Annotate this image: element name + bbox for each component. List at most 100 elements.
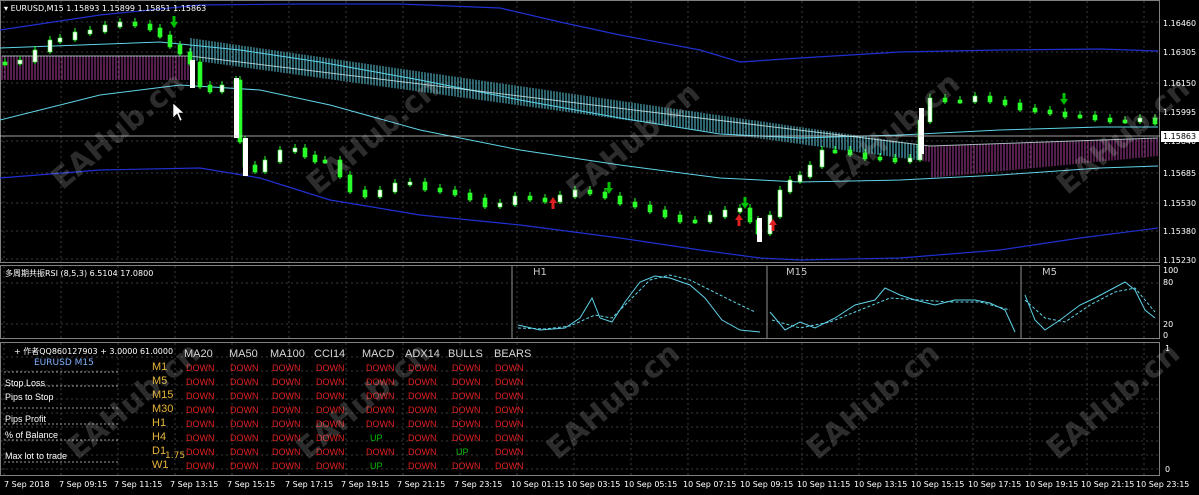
- signal-cell: DOWN: [366, 447, 395, 457]
- time-tick: 10 Sep 07:15: [683, 480, 737, 489]
- candle-body: [797, 174, 803, 183]
- candle-body: [102, 24, 108, 33]
- signal-cell: DOWN: [366, 419, 395, 429]
- main-panel-frame: [0, 0, 1160, 263]
- sell-arrow-icon: [741, 197, 749, 209]
- signal-cell: DOWN: [408, 447, 437, 457]
- signal-cell: DOWN: [408, 405, 437, 415]
- candle-body: [262, 159, 268, 173]
- candle-body: [662, 209, 668, 218]
- rsi-title: 多周期共振RSI (8,5,3) 6.5104 17.0800: [5, 269, 154, 278]
- candle-body: [277, 149, 283, 163]
- buy-arrow-icon: [735, 214, 743, 226]
- signal-cell: DOWN: [452, 405, 481, 415]
- price-tick: 1.15380: [1163, 227, 1197, 236]
- candle-body: [72, 31, 78, 41]
- candle-body: [243, 138, 248, 176]
- candle-body: [292, 147, 298, 153]
- candle-body: [1002, 99, 1008, 106]
- rsi-h1-line: [517, 275, 761, 333]
- signal-cell: DOWN: [186, 405, 215, 415]
- time-tick: 10 Sep 05:15: [624, 480, 678, 489]
- time-tick: 7 Sep 23:15: [454, 480, 503, 489]
- stop-loss-label: Stop Loss: [5, 378, 46, 388]
- signal-cell: DOWN: [230, 433, 259, 443]
- candle-body: [892, 157, 898, 163]
- candle-body: [1032, 107, 1038, 113]
- time-tick: 10 Sep 17:15: [968, 480, 1022, 489]
- candle-body: [1107, 117, 1113, 123]
- candle-body: [832, 149, 838, 154]
- time-tick: 7 Sep 09:15: [59, 480, 108, 489]
- signal-cell: DOWN: [452, 377, 481, 387]
- signal-cell: DOWN: [495, 363, 524, 373]
- candle-body: [452, 189, 458, 196]
- signal-cell: DOWN: [186, 391, 215, 401]
- candle-body: [1077, 114, 1083, 119]
- candle-body: [167, 34, 173, 48]
- rsi-m5-signal: [1024, 287, 1156, 323]
- signal-cell: DOWN: [452, 363, 481, 373]
- pips-profit-label: Pips Profit: [5, 414, 47, 424]
- time-tick: 7 Sep 17:15: [285, 480, 334, 489]
- rsi-level-20: 20: [1163, 320, 1174, 329]
- candle-body: [602, 191, 608, 199]
- signal-cell: DOWN: [452, 433, 481, 443]
- candle-body: [617, 195, 623, 205]
- signal-cell: DOWN: [316, 377, 345, 387]
- symbol-timeframe: EURUSD,M15: [10, 4, 64, 13]
- candle-body: [807, 164, 813, 178]
- signal-cell: DOWN: [495, 391, 524, 401]
- signal-cell: DOWN: [272, 461, 301, 471]
- candle-body: [177, 44, 183, 55]
- candle-body: [777, 189, 783, 218]
- time-tick: 10 Sep 03:15: [567, 480, 621, 489]
- candle-body: [437, 187, 443, 193]
- signal-cell: DOWN: [186, 461, 215, 471]
- candle-body: [677, 214, 683, 223]
- signal-cell: DOWN: [316, 461, 345, 471]
- dashboard-symbol: EURUSD M15: [34, 358, 94, 368]
- candle-body: [392, 182, 398, 193]
- signal-cell: UP: [370, 433, 383, 443]
- dashboard-row-tf: H4: [152, 431, 167, 443]
- signal-cell: DOWN: [272, 391, 301, 401]
- signal-cell: DOWN: [452, 461, 481, 471]
- time-tick: 7 Sep 2018: [4, 480, 50, 489]
- sell-arrow-icon: [1060, 93, 1068, 105]
- candle-body: [1047, 109, 1053, 115]
- price-tick: 1.16460: [1163, 19, 1197, 28]
- dashboard-col-header: BEARS: [494, 348, 532, 360]
- dashboard-col-header: CCI14: [314, 348, 346, 360]
- candle-body: [819, 149, 825, 168]
- dashboard-col-header: BULLS: [448, 348, 483, 360]
- time-tick: 10 Sep 21:15: [1081, 480, 1135, 489]
- candle-body: [17, 59, 23, 65]
- signal-cell: DOWN: [495, 461, 524, 471]
- signal-cell: DOWN: [230, 447, 259, 457]
- signal-cell: DOWN: [186, 433, 215, 443]
- signal-cell: DOWN: [495, 377, 524, 387]
- price-tick: 1.15230: [1163, 256, 1197, 265]
- signal-cell: DOWN: [408, 391, 437, 401]
- candle-body: [722, 209, 728, 218]
- candle-body: [190, 60, 195, 88]
- candle-body: [737, 207, 743, 213]
- signal-cell: DOWN: [495, 433, 524, 443]
- time-tick: 10 Sep 11:15: [797, 480, 851, 489]
- rsi-level-80: 80: [1163, 278, 1174, 287]
- time-tick: 7 Sep 11:15: [114, 480, 163, 489]
- signal-cell: DOWN: [230, 461, 259, 471]
- signal-cell: DOWN: [495, 405, 524, 415]
- signal-cell: DOWN: [230, 391, 259, 401]
- rsi-tf-m5: M5: [1042, 267, 1057, 278]
- candle-body: [2, 61, 8, 66]
- signal-cell: DOWN: [272, 405, 301, 415]
- candle-body: [1017, 102, 1023, 111]
- candle-body: [632, 201, 638, 208]
- candle-body: [527, 195, 533, 201]
- candle-body: [757, 218, 762, 242]
- candle-body: [467, 192, 473, 201]
- candle-body: [147, 23, 153, 31]
- signal-cell: UP: [370, 461, 383, 471]
